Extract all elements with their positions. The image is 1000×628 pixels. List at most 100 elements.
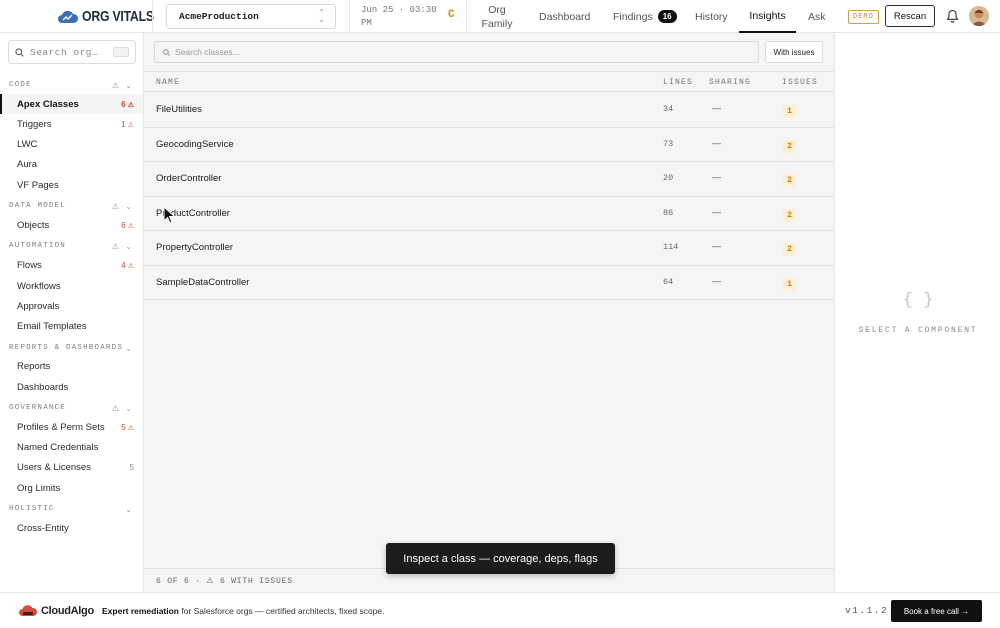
org-search-input[interactable]: Search org… [8,40,136,64]
hint-toast: Inspect a class — coverage, deps, flags [386,543,615,574]
sidebar-item-cross-entity[interactable]: Cross-Entity [0,518,143,538]
main-panel: Search classes... With issues NAME LINES… [144,33,834,592]
sidebar-item-named-credentials[interactable]: Named Credentials [0,437,143,457]
scan-date-line2: PM [361,18,372,28]
sidebar-item-dashboards[interactable]: Dashboards [0,377,143,397]
tab-insights[interactable]: Insights [739,0,796,33]
warning-icon: ⚠ [127,101,134,109]
search-placeholder: Search classes... [175,47,240,57]
table-row[interactable]: PropertyController 114 — 2 [144,231,834,266]
sidebar-item-org-limits[interactable]: Org Limits [0,478,143,498]
with-issues-filter-button[interactable]: With issues [765,41,823,63]
org-selector[interactable]: AcmeProduction ⌃ ⌄ [166,4,336,29]
empty-state-text: SELECT A COMPONENT [858,326,978,335]
sidebar-item-triggers[interactable]: Triggers 1 ⚠ [0,114,143,134]
class-name: FileUtilities [156,104,202,115]
tab-org-family[interactable]: Org Family [482,0,513,33]
sharing-value: — [712,275,721,286]
mouse-cursor-icon [163,206,176,224]
sidebar-item-flows[interactable]: Flows 4 ⚠ [0,255,143,275]
cloud-logo-icon [58,10,78,23]
table-row[interactable]: GeocodingService 73 — 2 [144,128,834,162]
section-data-model[interactable]: DATA MODEL ⚠ ⌄ [0,199,143,213]
item-count: 4 [121,260,126,270]
section-title: DATA MODEL [9,202,67,210]
sidebar-item-label: Aura [17,158,38,170]
section-title: REPORTS & DASHBOARDS [9,344,124,352]
sidebar-item-email-templates[interactable]: Email Templates [0,316,143,336]
sidebar-item-workflows[interactable]: Workflows [0,276,143,296]
table-row[interactable]: OrderController 20 — 2 [144,162,834,197]
section-governance[interactable]: GOVERNANCE ⚠ ⌄ [0,401,143,415]
sidebar-item-label: Cross-Entity [17,522,69,534]
class-search-input[interactable]: Search classes... [154,41,759,63]
section-holistic[interactable]: HOLISTIC ⌄ [0,502,143,516]
promo-banner: CloudAlgo Expert remediation for Salesfo… [0,592,1000,628]
sharing-value: — [712,241,721,251]
warning-icon: ⚠ [127,262,134,270]
tab-label: Insights [749,9,786,22]
sidebar-item-profiles-perm-sets[interactable]: Profiles & Perm Sets 5 ⚠ [0,417,143,437]
sidebar-item-label: Approvals [17,300,60,312]
sidebar-item-reports[interactable]: Reports [0,356,143,376]
book-call-button[interactable]: Book a free call → [891,600,982,622]
detail-panel: { } SELECT A COMPONENT [834,33,1000,592]
issue-count-badge: 1 [783,105,796,118]
chevron-down-icon: ⚠ ⌄ [111,241,134,251]
column-header-sharing[interactable]: SHARING [709,78,751,87]
class-name: GeocodingService [156,138,234,150]
table-row[interactable]: FileUtilities 34 — 1 [144,93,834,128]
table-row[interactable]: ProductController 86 — 2 [144,197,834,231]
section-title: HOLISTIC [9,505,55,513]
sidebar-item-objects[interactable]: Objects 6 ⚠ [0,215,143,235]
section-reports-dashboards[interactable]: REPORTS & DASHBOARDS ⌄ [0,341,143,355]
sidebar-item-aura[interactable]: Aura [0,154,143,174]
warning-icon: ⚠ [127,222,134,230]
sidebar-item-approvals[interactable]: Approvals [0,296,143,316]
column-header-name[interactable]: NAME [156,78,180,87]
item-count: 1 [121,119,126,129]
column-header-issues[interactable]: ISSUES [782,78,818,87]
tab-findings[interactable]: Findings 16 [613,0,677,33]
banner-message: Expert remediation for Salesforce orgs —… [102,606,385,616]
line-count: 20 [663,173,674,183]
sidebar-item-vf-pages[interactable]: VF Pages [0,175,143,195]
issue-count-badge: 1 [783,277,796,291]
divider [466,0,467,33]
sidebar-item-lwc[interactable]: LWC [0,134,143,154]
warning-icon: ⚠ [127,424,134,432]
item-count: 5 [129,462,134,472]
sharing-value: — [712,206,721,217]
table-row[interactable]: SampleDataController 64 — 1 [144,266,834,300]
user-avatar[interactable] [969,6,989,26]
bell-icon[interactable] [946,9,959,23]
tab-ask[interactable]: Ask [808,0,826,33]
avatar-image [969,6,989,26]
scan-date-line1: Jun 25 · 03:30 [361,5,437,15]
sidebar: Search org… CODE ⚠ ⌄ Apex Classes 6 ⚠ Tri… [0,33,144,592]
table-header: NAME LINES SHARING ISSUES [144,71,834,92]
sidebar-item-label: Named Credentials [17,441,99,453]
tab-history[interactable]: History [695,0,728,33]
braces-icon: { } [902,291,934,310]
sidebar-item-apex-classes[interactable]: Apex Classes 6 ⚠ [0,94,143,114]
line-count: 73 [663,138,674,149]
brand-name: CloudAlgo [41,604,94,617]
column-header-lines[interactable]: LINES [663,78,693,87]
line-count: 114 [663,242,679,252]
section-code[interactable]: CODE ⚠ ⌄ [0,78,143,92]
sidebar-item-users-licenses[interactable]: Users & Licenses 5 [0,457,143,477]
item-count: 5 [121,422,126,432]
warning-icon: ⚠ [127,121,134,129]
cloudalgo-logo[interactable]: CloudAlgo [18,604,94,617]
top-bar: ORG VITALS AcmeProduction ⌃ ⌄ Jun 25 · 03… [0,0,1000,33]
rescan-button[interactable]: Rescan [885,5,935,27]
sharing-value: — [712,137,721,148]
tab-dashboard[interactable]: Dashboard [539,0,590,33]
sidebar-item-label: Apex Classes [17,98,79,110]
scan-date: Jun 25 · 03:30 PM [361,4,441,30]
section-automation[interactable]: AUTOMATION ⚠ ⌄ [0,239,143,253]
sidebar-item-label: Reports [17,360,51,372]
sidebar-item-label: Flows [17,259,42,271]
issue-count-badge: 2 [783,243,796,256]
